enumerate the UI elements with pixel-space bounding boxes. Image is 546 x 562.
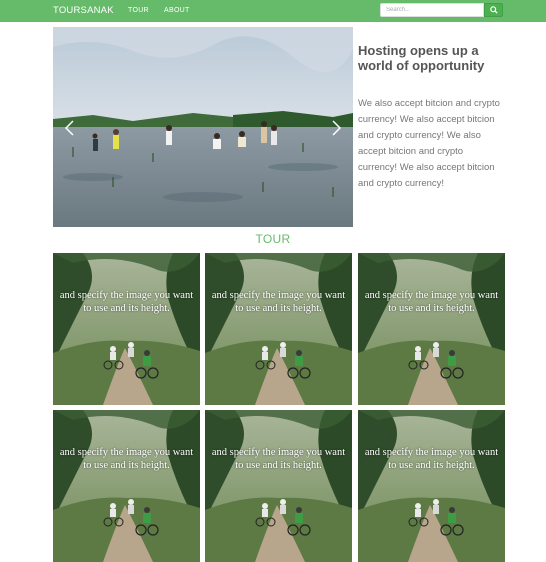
nav-link-about[interactable]: ABOUT [164,7,190,14]
tour-tile-image [358,410,505,562]
section-title: TOUR [255,232,291,246]
nav-link-tour[interactable]: TOUR [128,7,149,14]
tour-tile-2[interactable]: and specify the image you want to use an… [205,253,352,405]
tour-tile-image [205,253,352,405]
tour-tile-6[interactable]: and specify the image you want to use an… [358,410,505,562]
chevron-left-icon [64,120,74,136]
tile-caption: and specify the image you want to use an… [59,290,194,314]
search-button[interactable] [484,3,503,17]
tour-tile-image [205,410,352,562]
hero-carousel [53,27,353,227]
hero-text: We also accept bitcion and crypto curren… [358,98,500,189]
tile-caption: and specify the image you want to use an… [59,447,194,471]
tour-tile-4[interactable]: and specify the image you want to use an… [53,410,200,562]
tour-tile-image [53,253,200,405]
carousel-next-button[interactable] [327,119,345,137]
navbar: TOURSANAK TOUR ABOUT [0,0,546,22]
tour-tile-1[interactable]: and specify the image you want to use an… [53,253,200,405]
tour-tile-image [53,410,200,562]
tile-caption: and specify the image you want to use an… [364,447,499,471]
tour-tile-3[interactable]: and specify the image you want to use an… [358,253,505,405]
hero-title: Hosting opens up a world of opportunity [358,43,485,73]
brand-logo[interactable]: TOURSANAK [53,5,114,16]
tile-caption: and specify the image you want to use an… [364,290,499,314]
search-input[interactable] [380,3,484,17]
tour-tile-image [358,253,505,405]
chevron-right-icon [332,120,342,136]
search-icon [489,6,498,14]
carousel-image [53,27,353,227]
carousel-prev-button[interactable] [61,119,79,137]
tile-caption: and specify the image you want to use an… [211,290,346,314]
tile-caption: and specify the image you want to use an… [211,447,346,471]
tour-tile-5[interactable]: and specify the image you want to use an… [205,410,352,562]
